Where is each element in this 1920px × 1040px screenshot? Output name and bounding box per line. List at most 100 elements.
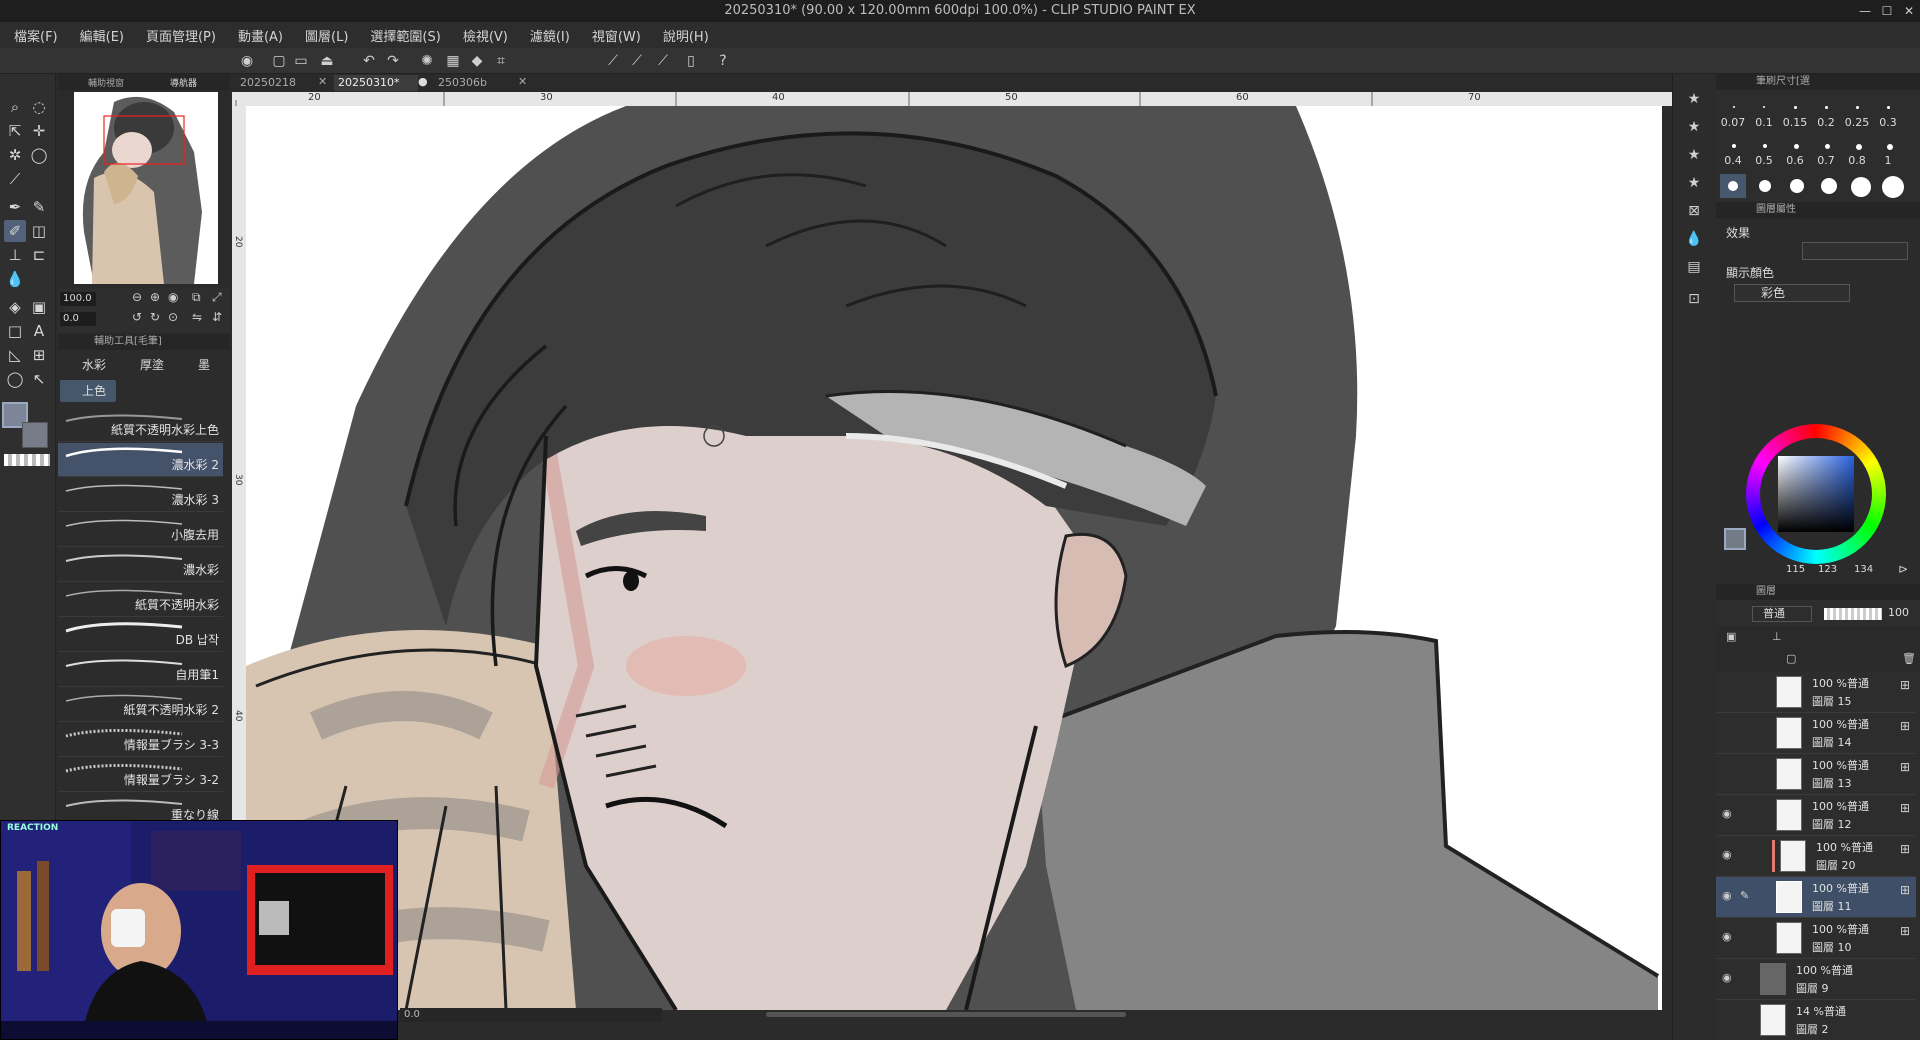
special-ruler-snap-icon[interactable]: ⟋ (628, 52, 646, 70)
actual-size-icon[interactable]: ◉ (168, 290, 178, 304)
flip-vertical-icon[interactable]: ⇵ (212, 310, 222, 324)
scrollbar-thumb[interactable] (766, 1012, 1126, 1017)
subtool-group-ink[interactable]: 墨 (176, 354, 228, 376)
lock-icon[interactable]: ▣ (1726, 630, 1736, 643)
new-layer-icon[interactable]: ▢ (1786, 652, 1796, 665)
rotate-icon[interactable]: ◌ (28, 96, 50, 118)
favorite-icon[interactable]: ★ (1683, 116, 1705, 138)
visibility-eye-icon[interactable]: ◉ (1722, 848, 1736, 862)
brush-size-option[interactable]: 0.1 (1749, 116, 1779, 129)
transparent-color-swatch[interactable] (4, 454, 50, 466)
favorite-icon[interactable]: ★ (1683, 172, 1705, 194)
main-color-swatch[interactable] (1724, 528, 1746, 550)
opacity-value[interactable]: 100 (1888, 606, 1909, 619)
decoration-icon[interactable]: ⊏ (28, 244, 50, 266)
menu-window[interactable]: 視窗(W) (592, 26, 641, 45)
menu-animation[interactable]: 動畫(A) (238, 26, 283, 45)
zoom-in-icon[interactable]: ⊕ (150, 290, 160, 304)
clip-studio-icon[interactable]: ◉ (238, 52, 256, 70)
open-file-icon[interactable]: ▭ (292, 52, 310, 70)
menu-page[interactable]: 頁面管理(P) (146, 26, 216, 45)
airbrush-icon[interactable]: ⊥ (4, 244, 26, 266)
layer-item[interactable]: 14 %普通 圖層 2 (1716, 1000, 1916, 1040)
brush-size-option[interactable]: 0.7 (1811, 154, 1841, 167)
history-icon[interactable]: ▤ (1683, 256, 1705, 278)
blend-icon[interactable]: 💧 (4, 268, 26, 290)
menu-edit[interactable]: 編輯(E) (80, 26, 124, 45)
undo-icon[interactable]: ↶ (360, 52, 378, 70)
brush-icon[interactable]: ✐ (4, 220, 26, 242)
menu-selection[interactable]: 選擇範圍(S) (370, 26, 440, 45)
subtool-group-coloring[interactable]: 上色 (60, 380, 116, 402)
layer-item[interactable]: ◉ 100 %普通 圖層 10 ⊞ (1716, 918, 1916, 959)
drawing-canvas[interactable] (246, 106, 1662, 1010)
brush-size-option[interactable]: 0.6 (1780, 154, 1810, 167)
layer-item[interactable]: 100 %普通 圖層 13 ⊞ (1716, 754, 1916, 795)
smartphone-icon[interactable]: ▯ (682, 52, 700, 70)
sub-color-swatch[interactable] (22, 422, 48, 448)
tab-sub-view[interactable]: 輔助視窗 (88, 76, 124, 89)
fill-bucket-icon[interactable]: ◈ (4, 296, 26, 318)
lasso-icon[interactable]: ◯ (28, 144, 50, 166)
balloon-icon[interactable]: ◯ (4, 368, 26, 390)
help-icon[interactable]: ? (714, 52, 732, 70)
zoom-out-icon[interactable]: ⊖ (132, 290, 142, 304)
brush-size-option[interactable]: 0.8 (1842, 154, 1872, 167)
redo-icon[interactable]: ↷ (384, 52, 402, 70)
clip-icon[interactable]: ⊥ (1772, 630, 1782, 643)
brush-item[interactable]: 紙質不透明水彩上色 (58, 408, 223, 442)
layer-item[interactable]: ◉ 100 %普通 圖層 12 ⊞ (1716, 795, 1916, 836)
brush-item[interactable]: 情報量ブラシ 3-2 (58, 758, 223, 792)
visibility-eye-icon[interactable]: ◉ (1722, 889, 1736, 903)
menu-help[interactable]: 說明(H) (663, 26, 709, 45)
brush-size-option[interactable]: 0.07 (1718, 116, 1748, 129)
edit-pen-icon[interactable]: ✎ (1740, 889, 1749, 902)
layer-item[interactable]: ◉ 100 %普通 圖層 9 (1716, 959, 1916, 1000)
settings-icon[interactable]: ✺ (418, 52, 436, 70)
eyedropper-icon[interactable]: ⟋ (4, 168, 26, 190)
grid-snap-icon[interactable]: ⟋ (654, 52, 672, 70)
menu-file[interactable]: 檔案(F) (14, 26, 58, 45)
brush-item[interactable]: 自用筆1 (58, 653, 223, 687)
visibility-eye-icon[interactable]: ◉ (1722, 807, 1736, 821)
visibility-eye-icon[interactable]: ◉ (1722, 930, 1736, 944)
eyedropper-icon[interactable]: ⊳ (1898, 562, 1908, 576)
menu-layer[interactable]: 圖層(L) (305, 26, 348, 45)
brush-item[interactable]: 濃水彩 (58, 548, 223, 582)
opacity-slider[interactable] (1824, 608, 1882, 620)
close-button[interactable]: ✕ (1898, 0, 1920, 22)
fullscreen-icon[interactable]: ⤢ (212, 290, 222, 305)
close-tab-icon[interactable]: ✕ (518, 75, 527, 88)
visibility-eye-icon[interactable]: ◉ (1722, 971, 1736, 985)
brush-size-option[interactable]: 0.3 (1873, 116, 1903, 129)
brush-size-dot[interactable] (1882, 176, 1904, 198)
frame-border-icon[interactable]: ◺ (4, 344, 26, 366)
rotation-value[interactable]: 0.0 (60, 312, 96, 326)
menu-filter[interactable]: 濾鏡(I) (530, 26, 570, 45)
flip-horizontal-icon[interactable]: ⇋ (192, 310, 202, 324)
pen-icon[interactable]: ✒ (4, 196, 26, 218)
color-saturation-square[interactable] (1778, 456, 1854, 532)
rotate-left-icon[interactable]: ↺ (132, 310, 142, 324)
maximize-button[interactable]: ☐ (1876, 0, 1898, 22)
display-color-select[interactable]: 彩色 (1734, 284, 1850, 302)
layer-item[interactable]: 100 %普通 圖層 15 ⊞ (1716, 672, 1916, 713)
brush-item[interactable]: 情報量ブラシ 3-3 (58, 723, 223, 757)
rotate-right-icon[interactable]: ↻ (150, 310, 160, 324)
magic-wand-icon[interactable]: ✲ (4, 144, 26, 166)
brush-item[interactable]: 紙質不透明水彩 (58, 583, 223, 617)
layer-item-selected[interactable]: ◉ ✎ 100 %普通 圖層 11 ⊞ (1716, 877, 1916, 918)
correct-line-icon[interactable]: ↖ (28, 368, 50, 390)
brush-size-dot[interactable] (1728, 181, 1738, 191)
fill-icon[interactable]: ◆ (468, 52, 486, 70)
document-tab[interactable]: 20250218 (236, 75, 316, 91)
zoom-value[interactable]: 100.0 (60, 292, 96, 306)
blend-mode-select[interactable]: 普通 (1752, 606, 1812, 622)
brush-size-dot[interactable] (1759, 180, 1771, 192)
zoom-icon[interactable]: ⌕ (4, 96, 26, 118)
figure-icon[interactable]: □ (4, 320, 26, 342)
ruler-icon[interactable]: ⊞ (28, 344, 50, 366)
operation-icon[interactable]: ⇱ (4, 120, 26, 142)
brush-size-option[interactable]: 0.5 (1749, 154, 1779, 167)
document-tab-active[interactable]: 20250310* (334, 75, 418, 91)
